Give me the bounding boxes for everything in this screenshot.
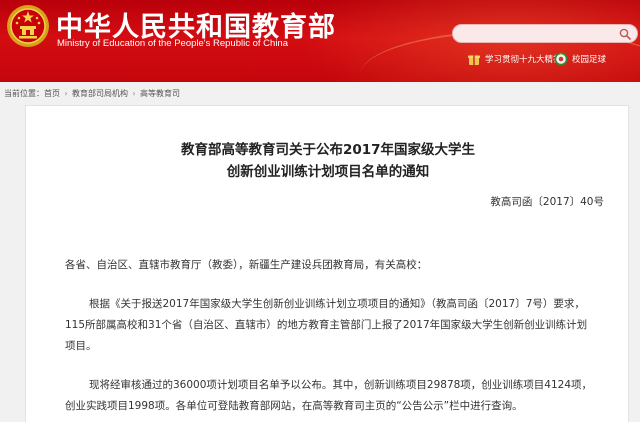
search-input[interactable] bbox=[461, 26, 611, 41]
quicklink-label: 校园足球 bbox=[572, 55, 607, 65]
paragraph-1-line-2: 115所部属高校和31个省（自治区、直辖市）的地方教育主管部门上报了2017年国… bbox=[65, 319, 588, 331]
search-box bbox=[452, 24, 638, 43]
document-number: 教高司函〔2017〕40号 bbox=[490, 196, 604, 208]
paragraph-1-line-1: 根据《关于报送2017年国家级大学生创新创业训练计划立项项目的通知》（教高司函〔… bbox=[89, 298, 585, 310]
paragraph-1-line-3: 项目。 bbox=[65, 340, 97, 352]
quicklink-study-19th-congress[interactable]: 学习贯彻十九大精神 bbox=[467, 50, 562, 68]
breadcrumb-home[interactable]: 首页 bbox=[44, 88, 60, 99]
site-subtitle: Ministry of Education of the People's Re… bbox=[57, 38, 288, 49]
article-content: 教育部高等教育司关于公布2017年国家级大学生 创新创业训练计划项目名单的通知 … bbox=[25, 105, 629, 422]
football-emblem-icon bbox=[554, 52, 568, 66]
quicklink-campus-football[interactable]: 校园足球 bbox=[554, 50, 606, 68]
quicklink-label: 学习贯彻十九大精神 bbox=[485, 55, 562, 65]
breadcrumb-separator-icon: › bbox=[132, 88, 136, 98]
breadcrumb-separator-icon: › bbox=[64, 88, 68, 98]
search-icon[interactable] bbox=[619, 28, 631, 40]
national-emblem-icon[interactable] bbox=[6, 4, 50, 48]
paragraph-2-line-2: 创业实践项目1998项。各单位可登陆教育部网站，在高等教育司主页的“公告公示”栏… bbox=[65, 400, 523, 412]
site-header: 中华人民共和国教育部 Ministry of Education of the … bbox=[0, 0, 640, 82]
gift-icon bbox=[468, 53, 480, 65]
breadcrumb: 当前位置： 首页 › 教育部司局机构 › 高等教育司 bbox=[4, 87, 180, 99]
salutation: 各省、自治区、直辖市教育厅（教委），新疆生产建设兵团教育局，有关高校： bbox=[65, 259, 428, 271]
breadcrumb-higher-education-dept[interactable]: 高等教育司 bbox=[140, 88, 180, 99]
article-title-line-1: 教育部高等教育司关于公布2017年国家级大学生 bbox=[180, 142, 476, 158]
paragraph-2-line-1: 现将经审核通过的36000项计划项目名单予以公布。其中，创新训练项目29878项… bbox=[89, 379, 593, 391]
breadcrumb-prefix: 当前位置： bbox=[4, 88, 44, 98]
breadcrumb-moe-departments[interactable]: 教育部司局机构 bbox=[72, 88, 128, 99]
article-title-line-2: 创新创业训练计划项目名单的通知 bbox=[226, 164, 430, 180]
